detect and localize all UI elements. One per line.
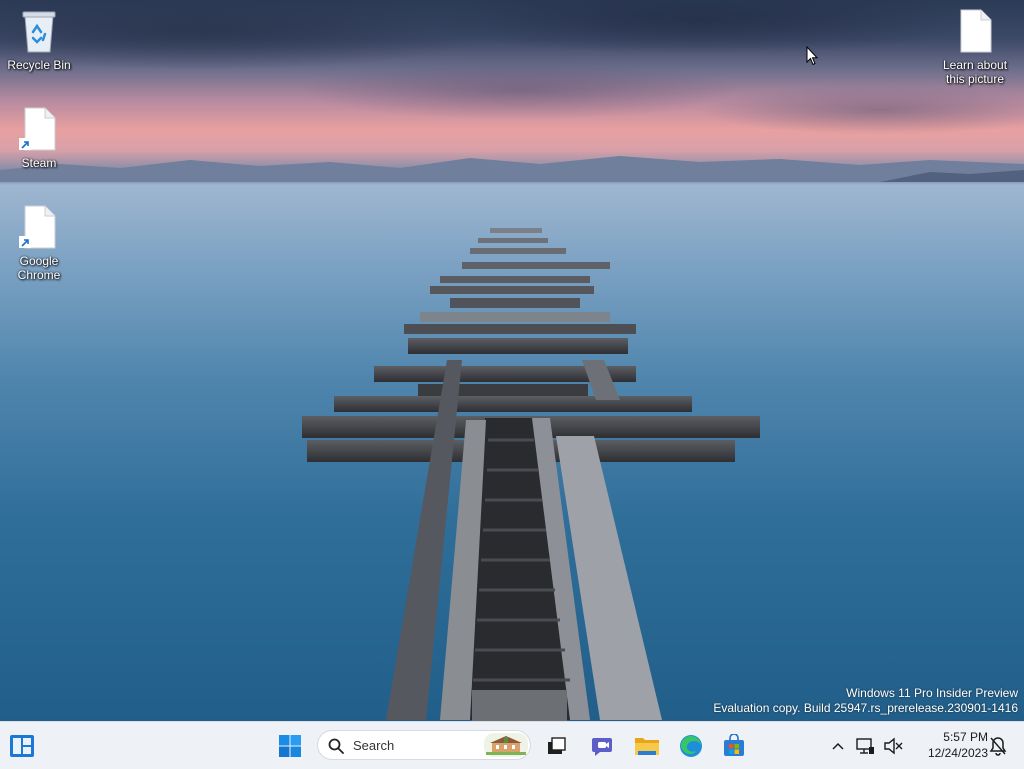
- network-icon: [856, 738, 874, 754]
- windows-start-icon: [279, 735, 301, 757]
- notification-icon: [989, 737, 1007, 756]
- network-button[interactable]: [852, 730, 878, 762]
- desktop-icon-label: Recycle Bin: [7, 58, 71, 72]
- tray-overflow-button[interactable]: [822, 730, 854, 762]
- desktop-icon-learn-about-picture[interactable]: Learn about this picture: [936, 8, 1014, 86]
- widgets-icon: [10, 735, 34, 757]
- mouse-cursor-icon: [806, 46, 818, 66]
- start-button[interactable]: [274, 730, 306, 762]
- taskbar-clock[interactable]: 5:57 PM 12/24/2023: [908, 729, 988, 761]
- clock-date: 12/24/2023: [927, 746, 988, 760]
- desktop-icon-google-chrome[interactable]: Google Chrome: [0, 204, 78, 282]
- search-placeholder: Search: [353, 738, 395, 753]
- chat-icon: [592, 738, 612, 756]
- search-icon: [328, 738, 344, 754]
- file-shortcut-icon: [19, 106, 59, 152]
- chevron-up-icon: [832, 742, 844, 750]
- desktop-icon-label: Google Chrome: [17, 254, 61, 282]
- chat-button[interactable]: [586, 730, 618, 762]
- store-icon: [724, 734, 744, 756]
- file-explorer-button[interactable]: [631, 730, 663, 762]
- desktop-icon-recycle-bin[interactable]: Recycle Bin: [0, 8, 78, 72]
- widgets-button[interactable]: [6, 730, 38, 762]
- watermark-line2: Evaluation copy. Build 25947.rs_prerelea…: [713, 701, 1018, 715]
- search-highlight-illustration-icon: [484, 733, 528, 757]
- microsoft-store-button[interactable]: [718, 730, 750, 762]
- edge-browser-icon: [680, 735, 702, 757]
- task-view-icon: [548, 737, 566, 754]
- task-view-button[interactable]: [540, 730, 572, 762]
- desktop-icon-label: Steam: [21, 156, 57, 170]
- taskbar: Search 5:57 PM 12/24/2023: [0, 721, 1024, 769]
- volume-muted-icon: [884, 737, 903, 755]
- desktop: Recycle Bin Steam Google Chrome Learn ab…: [0, 0, 1024, 721]
- clock-time: 5:57 PM: [943, 730, 988, 744]
- volume-button[interactable]: [880, 730, 906, 762]
- recycle-bin-icon: [19, 8, 59, 54]
- file-shortcut-icon: [19, 204, 59, 250]
- notifications-button[interactable]: [984, 730, 1012, 762]
- folder-icon: [635, 738, 659, 755]
- file-icon: [955, 8, 995, 54]
- evaluation-watermark: Windows 11 Pro Insider Preview Evaluatio…: [713, 686, 1018, 716]
- watermark-line1: Windows 11 Pro Insider Preview: [846, 686, 1018, 700]
- wallpaper-pier: [302, 228, 760, 721]
- taskbar-search-box[interactable]: Search: [317, 730, 531, 760]
- desktop-icon-label: Learn about this picture: [942, 58, 1008, 86]
- desktop-icon-steam[interactable]: Steam: [0, 106, 78, 170]
- edge-browser-button[interactable]: [675, 730, 707, 762]
